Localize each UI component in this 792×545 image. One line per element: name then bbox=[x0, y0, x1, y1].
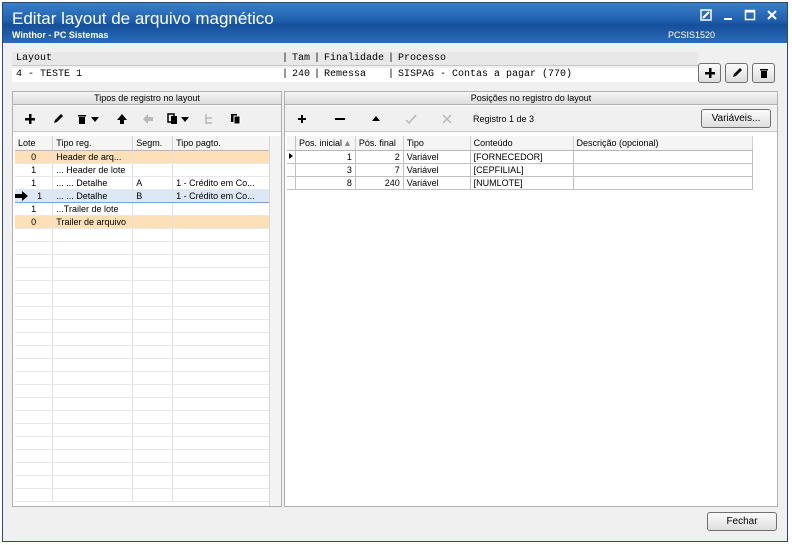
move-tree-button[interactable] bbox=[201, 110, 219, 128]
add-layout-button[interactable] bbox=[698, 63, 721, 83]
delete-record-button[interactable] bbox=[75, 110, 103, 128]
table-row[interactable]: 1 2 Variável [FORNECEDOR] bbox=[287, 150, 753, 164]
remove-position-button[interactable] bbox=[331, 110, 349, 128]
cancel-button[interactable] bbox=[438, 110, 456, 128]
positions-toolbar: Registro 1 de 3 Variáveis... bbox=[285, 106, 777, 132]
plus-icon bbox=[704, 68, 715, 78]
layout-header: Layout | Tam | Finalidade | Processo bbox=[12, 52, 698, 66]
layout-col-label: Layout bbox=[16, 53, 53, 64]
copy-menu-button[interactable] bbox=[165, 110, 193, 128]
positions-title: Posições no registro do layout bbox=[285, 92, 777, 105]
col-tipo[interactable]: Tipo bbox=[403, 136, 471, 151]
delete-layout-button[interactable] bbox=[752, 63, 775, 83]
col-conteudo[interactable]: Conteúdo bbox=[470, 136, 574, 151]
processo-value: SISPAG - Contas a pagar (770) bbox=[398, 69, 573, 80]
window-title: Editar layout de arquivo magnético bbox=[12, 9, 274, 28]
scrollbar[interactable] bbox=[269, 136, 281, 506]
edit-layout-button[interactable] bbox=[725, 63, 748, 83]
check-icon bbox=[405, 114, 417, 125]
minimize-button[interactable] bbox=[721, 9, 735, 23]
layout-panel: Layout | Tam | Finalidade | Processo 4 -… bbox=[12, 48, 698, 101]
finalidade-value: Remessa bbox=[324, 69, 367, 80]
layout-select[interactable]: 4 - TESTE 1 | 240 | Remessa | SISPAG - C… bbox=[12, 68, 698, 101]
paste-icon bbox=[231, 114, 241, 125]
tree-icon bbox=[205, 114, 212, 124]
col-segm[interactable]: Segm. bbox=[132, 136, 174, 151]
record-counter: Registro 1 de 3 bbox=[473, 114, 535, 124]
main-window: Editar layout de arquivo magnético Winth… bbox=[2, 2, 788, 542]
add-record-button[interactable] bbox=[21, 110, 39, 128]
arrow-left-icon bbox=[143, 114, 153, 124]
window-subtitle: Winthor - PC Sistemas bbox=[12, 30, 109, 40]
title-bar: Editar layout de arquivo magnético Winth… bbox=[3, 3, 787, 43]
record-types-title: Tipos de registro no layout bbox=[13, 92, 281, 105]
minus-icon bbox=[335, 118, 345, 120]
record-types-toolbar bbox=[13, 106, 281, 132]
copy-icon bbox=[167, 113, 189, 124]
table-row[interactable]: 1 ... ... Detalhe A 1 - Crédito em Co... bbox=[15, 176, 270, 190]
pencil-icon bbox=[54, 114, 63, 123]
processo-col-label: Processo bbox=[398, 53, 447, 64]
arrow-up-icon bbox=[117, 114, 127, 124]
col-descricao[interactable]: Descrição (opcional) bbox=[573, 136, 753, 151]
routine-code: PCSIS1520 bbox=[667, 30, 715, 40]
trash-icon bbox=[78, 115, 99, 124]
current-row-arrow-icon bbox=[15, 190, 29, 201]
table-row[interactable]: 1 ...Trailer de lote bbox=[15, 202, 270, 216]
table-row[interactable]: 1 ... Header de lote bbox=[15, 163, 270, 177]
edit-icon[interactable] bbox=[699, 9, 713, 23]
positions-table: Pos. inicial ▲ Pós. final Tipo Conteúdo D… bbox=[287, 136, 753, 190]
col-lote[interactable]: Lote bbox=[15, 136, 54, 151]
add-position-button[interactable] bbox=[293, 110, 311, 128]
col-pos-final[interactable]: Pós. final bbox=[355, 136, 404, 151]
pencil-icon bbox=[732, 68, 742, 77]
positions-panel: Posições no registro do layout Registro … bbox=[284, 91, 778, 507]
record-types-table: Lote Tipo reg. Segm. Tipo pagto. 0 Heade… bbox=[15, 136, 270, 502]
positions-grid: Pos. inicial ▲ Pós. final Tipo Conteúdo D… bbox=[287, 136, 775, 504]
maximize-button[interactable] bbox=[743, 9, 757, 23]
sort-asc-icon: ▲ bbox=[342, 137, 352, 148]
layout-value: 4 - TESTE 1 bbox=[16, 69, 83, 80]
record-types-panel: Tipos de registro no layout Lote Tipo re… bbox=[12, 91, 282, 507]
table-row-selected[interactable]: 1 ... ... Detalhe B 1 - Crédito em Co... bbox=[15, 188, 270, 203]
move-up-position-button[interactable] bbox=[367, 110, 385, 128]
table-row[interactable]: 0 Header de arq... bbox=[15, 150, 270, 164]
confirm-button[interactable] bbox=[402, 110, 420, 128]
row-indicator-icon bbox=[287, 150, 296, 164]
finalidade-col-label: Finalidade bbox=[324, 53, 385, 64]
tam-value: 240 bbox=[292, 69, 311, 80]
move-up-button[interactable] bbox=[113, 110, 131, 128]
record-types-grid: Lote Tipo reg. Segm. Tipo pagto. 0 Heade… bbox=[15, 136, 270, 504]
variables-button[interactable]: Variáveis... bbox=[701, 109, 771, 128]
close-button[interactable] bbox=[765, 9, 779, 23]
table-row[interactable]: 0 Trailer de arquivo bbox=[15, 215, 270, 229]
close-dialog-button[interactable]: Fechar bbox=[707, 512, 777, 531]
col-pos-inicial[interactable]: Pos. inicial ▲ bbox=[295, 136, 356, 151]
paste-button[interactable] bbox=[227, 110, 245, 128]
plus-icon bbox=[25, 114, 35, 124]
trash-icon bbox=[759, 69, 768, 78]
plus-icon bbox=[298, 115, 306, 123]
col-tipo-reg[interactable]: Tipo reg. bbox=[52, 136, 134, 151]
table-row[interactable]: 8 240 Variável [NUMLOTE] bbox=[287, 176, 753, 190]
x-icon bbox=[442, 114, 452, 124]
tam-col-label: Tam bbox=[292, 53, 311, 64]
col-tipo-pagto[interactable]: Tipo pagto. bbox=[172, 136, 270, 151]
edit-record-button[interactable] bbox=[49, 110, 67, 128]
triangle-up-icon bbox=[372, 116, 380, 121]
table-row[interactable]: 3 7 Variável [CEPFILIAL] bbox=[287, 163, 753, 177]
move-left-button[interactable] bbox=[139, 110, 157, 128]
